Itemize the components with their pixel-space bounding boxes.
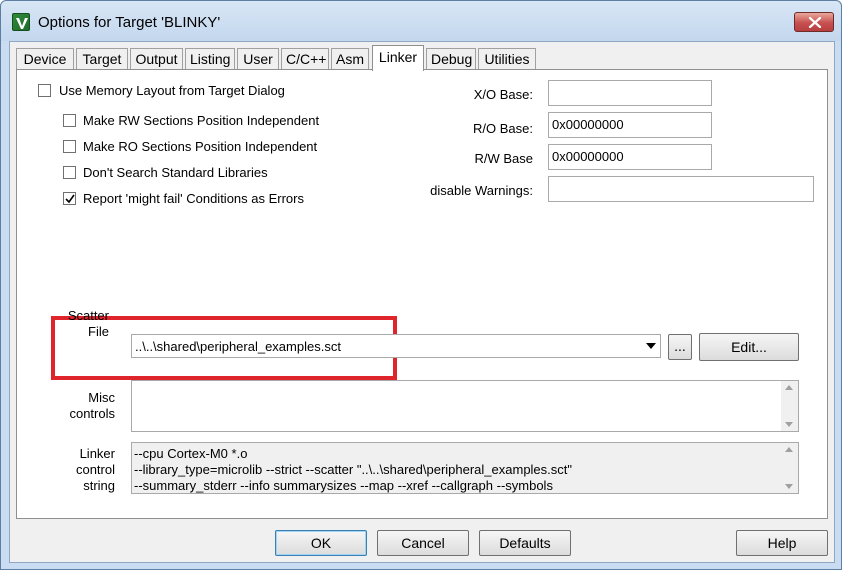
linker-string-line: --cpu Cortex-M0 *.o [134,446,248,461]
ro-base-input[interactable]: 0x00000000 [548,112,712,138]
might-fail-errors-checkbox[interactable] [63,192,76,205]
scroll-down-icon[interactable] [785,422,793,427]
tab-user[interactable]: User [237,48,279,70]
linker-string-line: --library_type=microlib --strict --scatt… [134,462,573,477]
rw-base-label: R/W Base [474,151,533,166]
linker-string-label-line2: control [75,462,115,477]
linker-control-string-textarea[interactable]: --cpu Cortex-M0 *.o --library_type=micro… [131,442,799,494]
ro-independent-checkbox[interactable] [63,140,76,153]
keil-uvision-icon [12,13,30,31]
dont-search-libs-checkbox[interactable] [63,166,76,179]
tab-utilities[interactable]: Utilities [478,48,536,70]
tab-listing[interactable]: Listing [185,48,235,70]
tab-debug[interactable]: Debug [426,48,476,70]
scatter-file-value: ..\..\shared\peripheral_examples.sct [135,339,341,354]
linker-string-line: --summary_stderr --info summarysizes --m… [134,478,553,493]
misc-label-line2: controls [69,406,115,421]
edit-scatter-button[interactable]: Edit... [699,333,799,361]
dropdown-arrow[interactable] [642,335,660,357]
checkmark-icon [65,194,75,204]
misc-label-line1: Misc [88,390,115,405]
help-button[interactable]: Help [736,530,828,556]
scroll-up-icon[interactable] [785,385,793,390]
misc-controls-scrollbar[interactable] [781,381,798,431]
disable-warnings-label: disable Warnings: [430,183,533,198]
use-memory-layout-label[interactable]: Use Memory Layout from Target Dialog [59,83,285,98]
browse-scatter-button[interactable]: ... [668,334,692,360]
ro-base-label: R/O Base: [473,121,533,136]
ok-button[interactable]: OK [275,530,367,556]
rw-base-input[interactable]: 0x00000000 [548,144,712,170]
xo-base-label: X/O Base: [473,87,533,102]
disable-warnings-input[interactable] [548,176,814,202]
linker-string-label-line3: string [83,478,115,493]
window-title: Options for Target 'BLINKY' [38,14,221,31]
linker-tab-panel: Use Memory Layout from Target Dialog Mak… [16,69,828,519]
rw-independent-checkbox[interactable] [63,114,76,127]
tab-target[interactable]: Target [76,48,128,70]
close-button[interactable] [794,12,834,32]
close-icon [808,17,822,28]
title-bar[interactable]: Options for Target 'BLINKY' [1,1,841,41]
tab-linker[interactable]: Linker [372,45,424,71]
linker-string-scrollbar[interactable] [781,443,798,493]
linker-string-label-line1: Linker [79,446,115,461]
xo-base-input[interactable] [548,80,712,106]
rw-independent-label[interactable]: Make RW Sections Position Independent [83,113,319,128]
defaults-button[interactable]: Defaults [479,530,571,556]
tab-cpp[interactable]: C/C++ [281,48,329,70]
cancel-button[interactable]: Cancel [377,530,469,556]
ro-independent-label[interactable]: Make RO Sections Position Independent [83,139,317,154]
use-memory-layout-checkbox[interactable] [38,84,51,97]
chevron-down-icon [646,343,656,349]
scroll-down-icon[interactable] [785,484,793,489]
scatter-label-line1: Scatter [67,308,109,323]
dialog-client-area: Device Target Output Listing User C/C++ … [9,41,835,563]
tab-device[interactable]: Device [16,48,74,70]
scroll-up-icon[interactable] [785,447,793,452]
misc-controls-textarea[interactable] [131,380,799,432]
scatter-file-combobox[interactable]: ..\..\shared\peripheral_examples.sct [131,334,661,358]
tab-output[interactable]: Output [130,48,183,70]
options-dialog: Options for Target 'BLINKY' Device Targe… [0,0,842,570]
might-fail-errors-label[interactable]: Report 'might fail' Conditions as Errors [83,191,304,206]
tab-asm[interactable]: Asm [331,48,369,70]
dont-search-libs-label[interactable]: Don't Search Standard Libraries [83,165,268,180]
scatter-label-line2: File [88,324,109,339]
